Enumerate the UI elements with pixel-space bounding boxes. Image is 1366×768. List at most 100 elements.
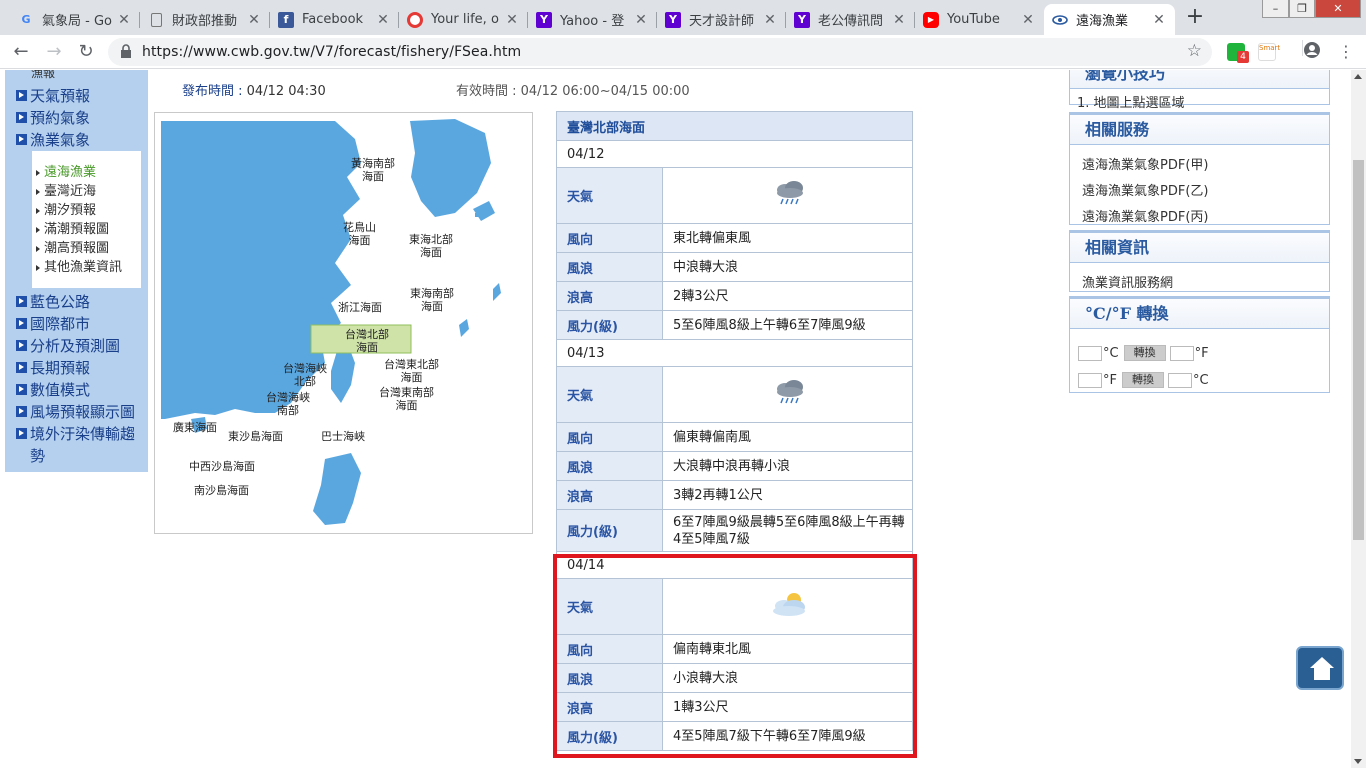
map-label[interactable]: 台灣東北部 海面 xyxy=(384,358,439,384)
wave-height-value: 3轉2再轉1公尺 xyxy=(662,480,913,510)
map-label[interactable]: 花鳥山 海面 xyxy=(343,221,376,247)
nav-item-weather-forecast[interactable]: 天氣預報 xyxy=(16,85,90,107)
tab-6[interactable]: Y 老公傳訊問 ✕ xyxy=(786,4,915,35)
tab-8-active[interactable]: 遠海漁業 ✕ xyxy=(1044,4,1175,35)
subnav-label: 潮高預報圖 xyxy=(44,241,110,256)
nav-item-long-range[interactable]: 長期預報 xyxy=(16,357,90,379)
tab-0[interactable]: G 氣象局 - Go ✕ xyxy=(10,4,140,35)
window-close-button[interactable]: ✕ xyxy=(1315,0,1361,18)
wave-value: 中浪轉大浪 xyxy=(662,252,913,282)
scroll-up-arrow-icon[interactable] xyxy=(1354,74,1362,79)
nav-item-fishery[interactable]: 漁業氣象 xyxy=(16,129,90,151)
nav-label: 數值模式 xyxy=(30,381,91,399)
forward-button[interactable]: → xyxy=(42,41,66,63)
map-label[interactable]: 巴士海峽 xyxy=(321,430,365,443)
bookmark-star-icon[interactable]: ☆ xyxy=(1187,41,1202,61)
service-link-pdf-a[interactable]: 遠海漁業氣象PDF(甲) xyxy=(1082,154,1208,173)
arrow-square-icon xyxy=(16,296,27,307)
close-icon[interactable]: ✕ xyxy=(762,12,778,28)
menu-kebab-icon[interactable]: ⋮ xyxy=(1334,41,1358,63)
convert-f-to-c-button[interactable]: 轉換 xyxy=(1121,372,1164,388)
map-label[interactable]: 浙江海面 xyxy=(338,301,382,314)
subnav-other-info[interactable]: 其他漁業資訊 xyxy=(36,259,122,277)
convert-c-to-f-button[interactable]: 轉換 xyxy=(1123,345,1166,361)
nav-item-numerical-model[interactable]: 數值模式 xyxy=(16,379,90,401)
map-label[interactable]: 東海南部 海面 xyxy=(410,287,454,313)
sea-area-map[interactable]: 黃海南部 海面 花鳥山 海面 東海北部 海面 東海南部 海面 浙江海面 台灣北部 海面 台… xyxy=(154,112,533,534)
close-icon[interactable]: ✕ xyxy=(375,12,391,28)
fahrenheit-input[interactable] xyxy=(1078,372,1102,388)
address-bar[interactable]: https://www.cwb.gov.tw/V7/forecast/fishe… xyxy=(108,38,1212,66)
tab-3[interactable]: Your life, o ✕ xyxy=(399,4,528,35)
vertical-scrollbar[interactable] xyxy=(1351,70,1366,768)
url-text[interactable]: https://www.cwb.gov.tw/V7/forecast/fishe… xyxy=(142,44,521,60)
forecast-date: 04/14 xyxy=(556,551,913,579)
wave-value: 大浪轉中浪再轉小浪 xyxy=(662,451,913,481)
tab-1[interactable]: 財政部推動 ✕ xyxy=(140,4,270,35)
left-navigation: 漁報 天氣預報 預約氣象 漁業氣象 遠海漁業 臺灣近海 潮汐預報 滿潮預報圖 潮… xyxy=(5,70,148,472)
scroll-down-arrow-icon[interactable] xyxy=(1354,759,1362,764)
tab-5[interactable]: Y 天才設計師 ✕ xyxy=(657,4,786,35)
close-icon[interactable]: ✕ xyxy=(1020,12,1036,28)
arrow-square-icon xyxy=(16,384,27,395)
map-label[interactable]: 黃海南部 海面 xyxy=(351,157,395,183)
nav-item-blue-highway[interactable]: 藍色公路 xyxy=(16,291,90,313)
profile-icon[interactable] xyxy=(1300,41,1324,63)
minimize-button[interactable]: – xyxy=(1262,0,1289,18)
close-icon[interactable]: ✕ xyxy=(1151,12,1167,28)
nav-label: 境外汙染傳輸趨勢 xyxy=(30,425,136,465)
subnav-high-tide-map[interactable]: 滿潮預報圖 xyxy=(36,221,109,239)
close-icon[interactable]: ✕ xyxy=(116,12,132,28)
line-extension-icon[interactable]: 4 xyxy=(1227,43,1249,63)
unit-c-label: °C xyxy=(1103,345,1119,361)
related-services-panel: 相關服務 遠海漁業氣象PDF(甲) 遠海漁業氣象PDF(乙) 遠海漁業氣象PDF… xyxy=(1069,112,1330,225)
scroll-thumb[interactable] xyxy=(1353,160,1364,540)
triangle-right-icon xyxy=(36,170,40,176)
forecast-table: 臺灣北部海面 04/12 天氣 風向 東北轉偏東風 風浪 中浪轉大浪 浪高 2轉3公尺… xyxy=(556,111,913,751)
new-tab-button[interactable]: + xyxy=(1183,6,1207,30)
service-link-pdf-c[interactable]: 遠海漁業氣象PDF(丙) xyxy=(1082,206,1208,225)
map-label[interactable]: 台灣北部 海面 xyxy=(345,328,389,354)
celsius-input[interactable] xyxy=(1078,345,1102,361)
subnav-near-sea[interactable]: 臺灣近海 xyxy=(36,183,96,201)
row-label-wave: 風浪 xyxy=(556,451,663,481)
smart-extension-icon[interactable]: Smart xyxy=(1258,43,1280,61)
publish-time-value: 04/12 04:30 xyxy=(246,84,326,99)
tab-7[interactable]: ▶ YouTube ✕ xyxy=(915,4,1044,35)
arrow-square-icon xyxy=(16,406,27,417)
nav-item-pollution-transport[interactable]: 境外汙染傳輸趨勢 xyxy=(16,423,144,467)
close-icon[interactable]: ✕ xyxy=(504,12,520,28)
map-label[interactable]: 南沙島海面 xyxy=(194,484,249,497)
service-link-pdf-b[interactable]: 遠海漁業氣象PDF(乙) xyxy=(1082,180,1208,199)
nav-item-wind-field[interactable]: 風場預報顯示圖 xyxy=(16,401,135,423)
nav-item-reservation[interactable]: 預約氣象 xyxy=(16,107,90,129)
map-label[interactable]: 廣東海面 xyxy=(173,421,217,434)
tab-title: 老公傳訊問 xyxy=(818,14,884,29)
maximize-button[interactable]: ❐ xyxy=(1289,0,1315,18)
close-icon[interactable]: ✕ xyxy=(891,12,907,28)
map-label[interactable]: 東沙島海面 xyxy=(228,430,283,443)
nav-item-intl-cities[interactable]: 國際都市 xyxy=(16,313,90,335)
subnav-far-sea[interactable]: 遠海漁業 xyxy=(36,164,96,182)
subnav-tide[interactable]: 潮汐預報 xyxy=(36,202,96,220)
fahrenheit-output[interactable] xyxy=(1169,345,1194,361)
map-label[interactable]: 台灣海峽 南部 xyxy=(266,391,310,417)
tab-2[interactable]: f Facebook ✕ xyxy=(270,4,399,35)
back-button[interactable]: ← xyxy=(9,41,33,63)
subnav-tide-height-map[interactable]: 潮高預報圖 xyxy=(36,240,109,258)
yahoo-icon: Y xyxy=(794,11,810,28)
map-label[interactable]: 中西沙島海面 xyxy=(189,460,255,473)
back-to-top-button[interactable] xyxy=(1296,646,1344,690)
close-icon[interactable]: ✕ xyxy=(633,12,649,28)
celsius-output[interactable] xyxy=(1167,372,1192,388)
map-label[interactable]: 台灣海峽 北部 xyxy=(283,362,327,388)
nav-item-analysis-charts[interactable]: 分析及預測圖 xyxy=(16,335,120,357)
close-icon[interactable]: ✕ xyxy=(246,12,262,28)
reload-button[interactable]: ↻ xyxy=(74,41,98,63)
map-label[interactable]: 東海北部 海面 xyxy=(409,233,453,259)
info-link-fishery[interactable]: 漁業資訊服務網 xyxy=(1082,272,1173,291)
tips-text: 1. 地圖上點選區域 xyxy=(1077,96,1185,111)
wave-height-value: 2轉3公尺 xyxy=(662,281,913,311)
map-label[interactable]: 台灣東南部 海面 xyxy=(379,386,434,412)
tab-4[interactable]: Y Yahoo - 登 ✕ xyxy=(528,4,657,35)
